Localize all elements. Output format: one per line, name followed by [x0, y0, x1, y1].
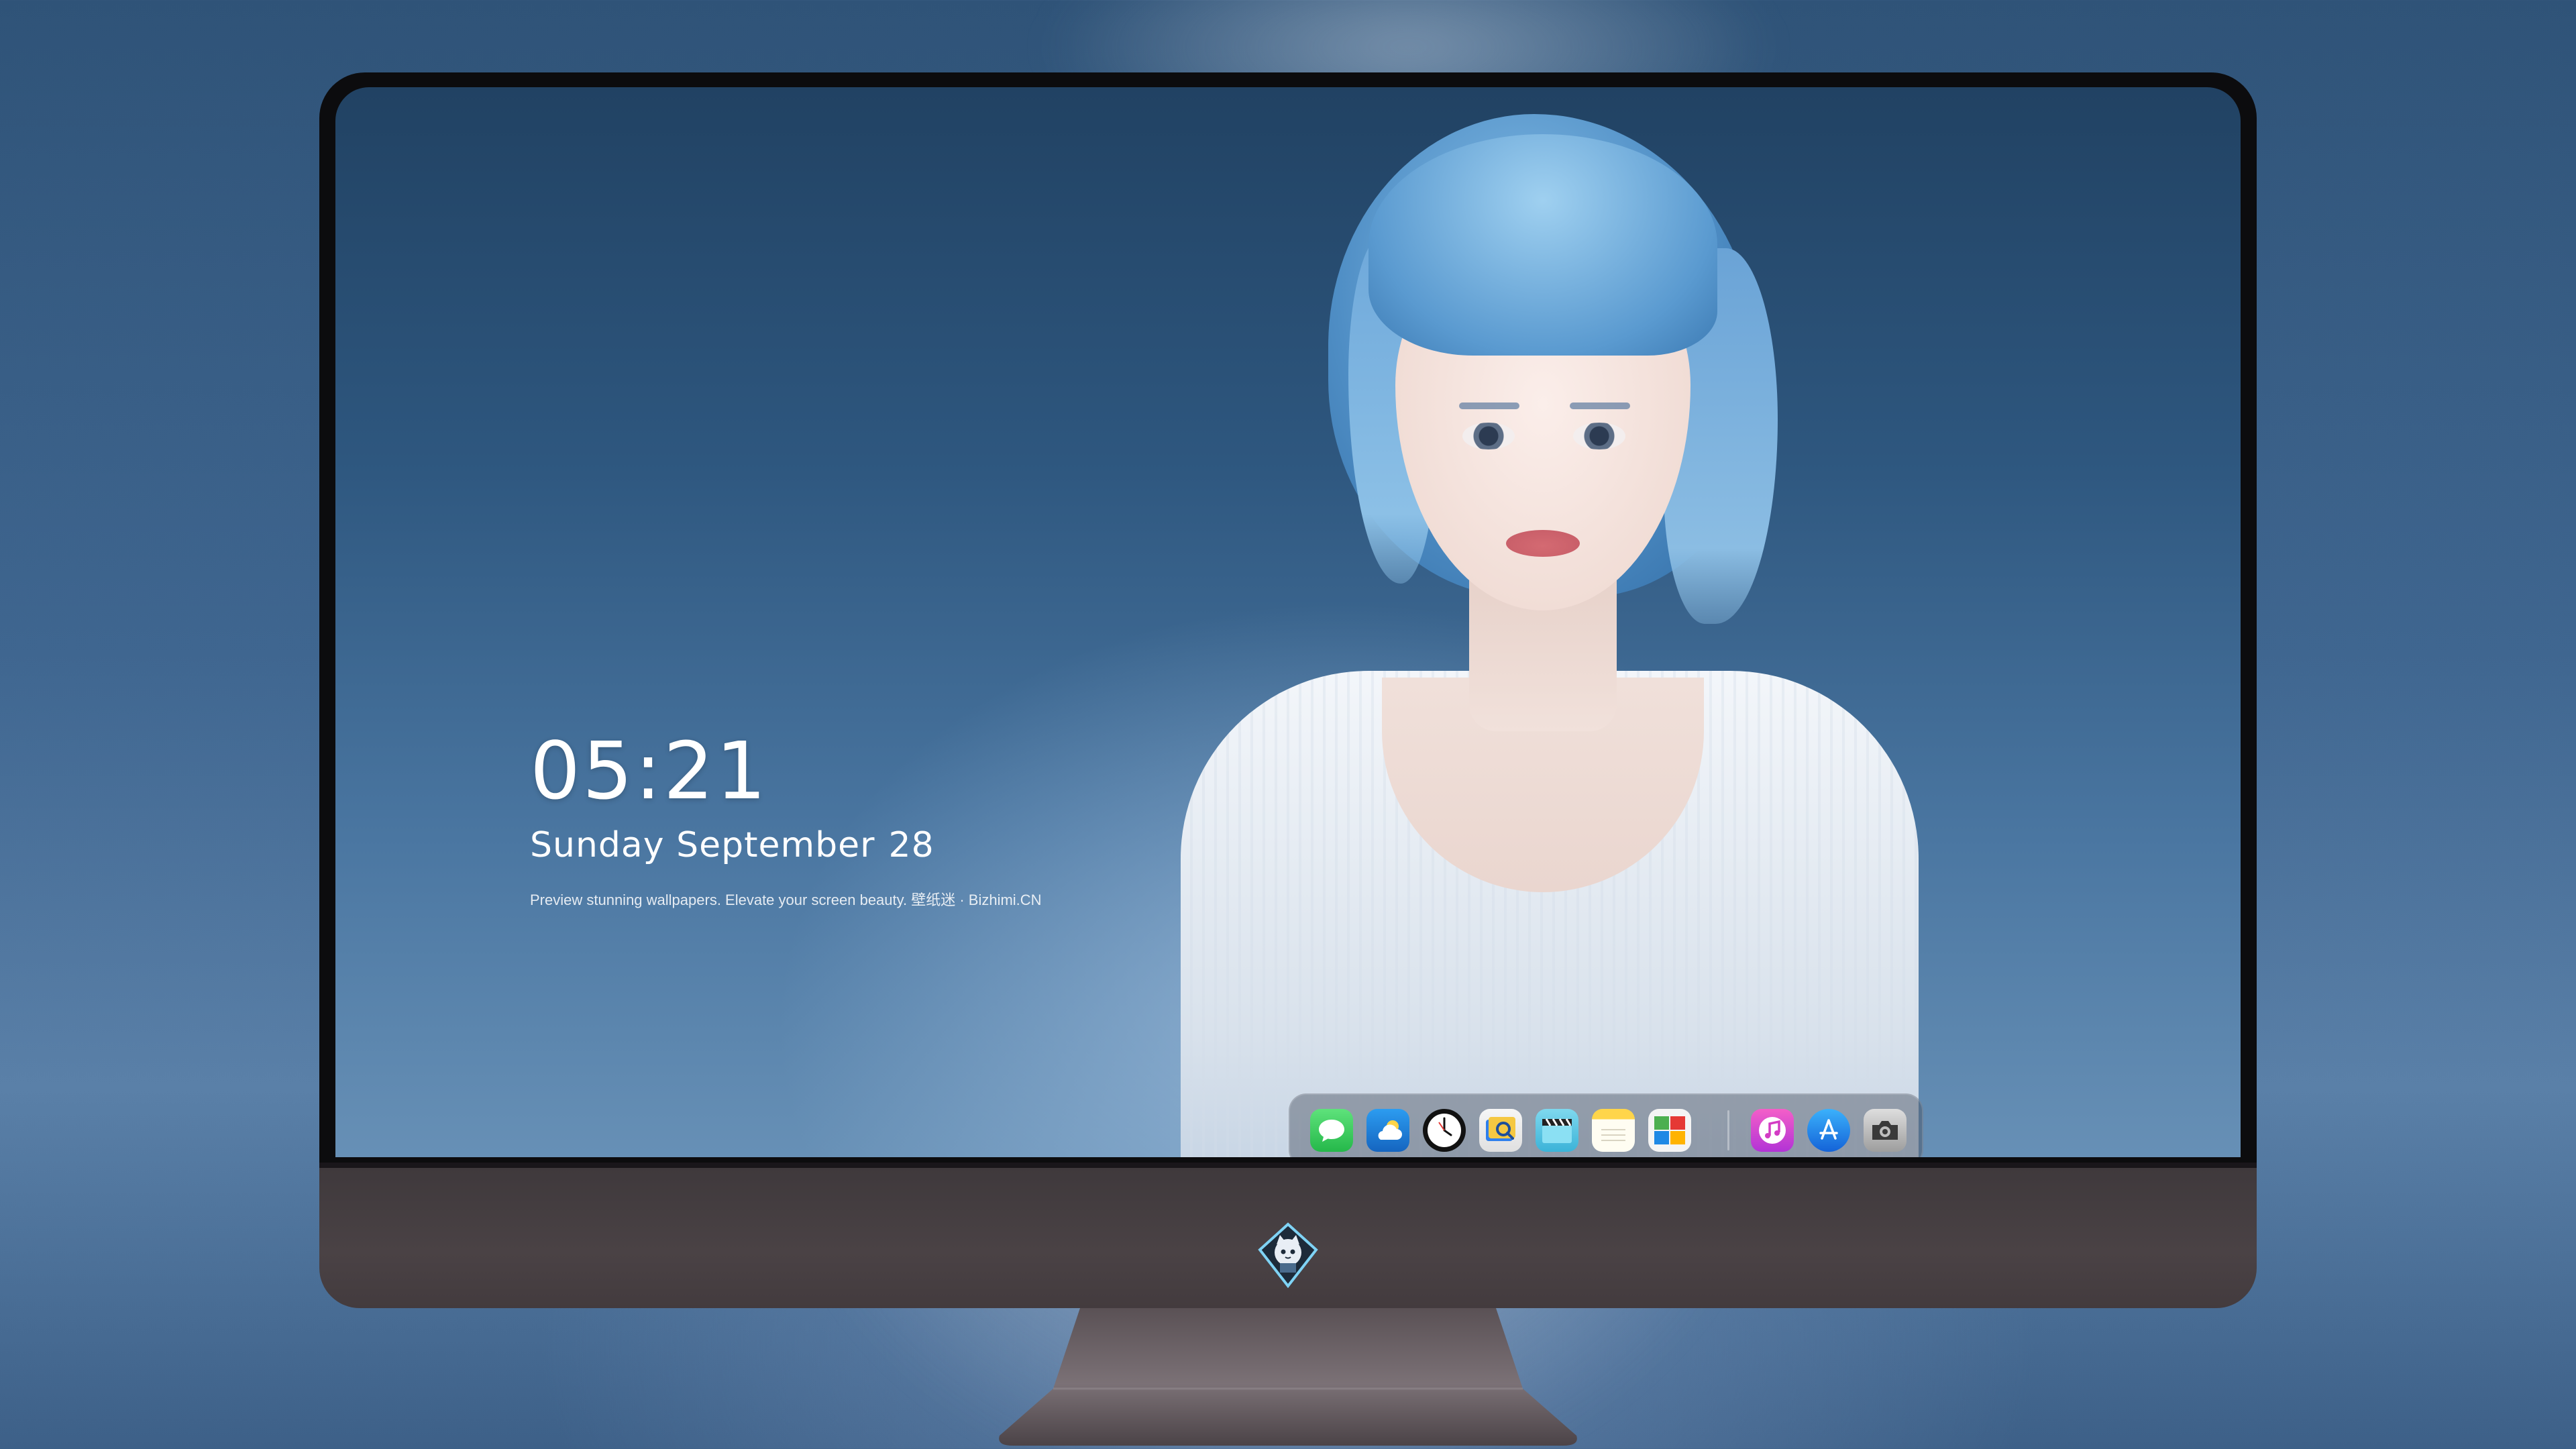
camera-icon[interactable]: [1864, 1109, 1907, 1152]
lock-screen-time: 05:21: [530, 724, 769, 817]
lock-screen-date: Sunday September 28: [530, 828, 1042, 863]
wallpaper-eye: [1573, 423, 1625, 449]
lock-screen-info: 05:21 Sunday September 28 Preview stunnin…: [530, 731, 1042, 910]
photo-collage-icon[interactable]: [1648, 1109, 1691, 1152]
date-weekday-month: Sunday September: [530, 825, 875, 865]
notepad-icon[interactable]: [1592, 1109, 1635, 1152]
wallpaper-tagline: Preview stunning wallpapers. Elevate you…: [530, 892, 1042, 908]
wallpaper-eye: [1462, 423, 1515, 449]
cat-mascot-logo-icon: [1254, 1222, 1322, 1289]
wallpaper-bangs: [1368, 134, 1717, 356]
monitor-stand: [999, 1308, 1577, 1446]
wallpaper-brow: [1459, 402, 1519, 409]
speech-bubble-icon[interactable]: [1310, 1109, 1353, 1152]
monitor-chin: [319, 1163, 2257, 1308]
wallpaper-brow: [1570, 402, 1630, 409]
dock: [1289, 1093, 1923, 1157]
clapperboard-icon[interactable]: [1536, 1109, 1578, 1152]
wallpaper-lips: [1506, 530, 1580, 557]
date-day: 28: [888, 825, 934, 865]
desktop-screen: 05:21 Sunday September 28 Preview stunnin…: [335, 87, 2241, 1157]
photo-viewer-icon[interactable]: [1479, 1109, 1522, 1152]
wallpaper-portrait: [939, 87, 2147, 1157]
dock-separator: [1727, 1110, 1729, 1150]
monitor: 05:21 Sunday September 28 Preview stunnin…: [319, 72, 2257, 1308]
music-note-icon[interactable]: [1751, 1109, 1794, 1152]
app-store-icon[interactable]: [1807, 1109, 1850, 1152]
clock-icon[interactable]: [1423, 1109, 1466, 1152]
cloud-sun-icon[interactable]: [1366, 1109, 1409, 1152]
